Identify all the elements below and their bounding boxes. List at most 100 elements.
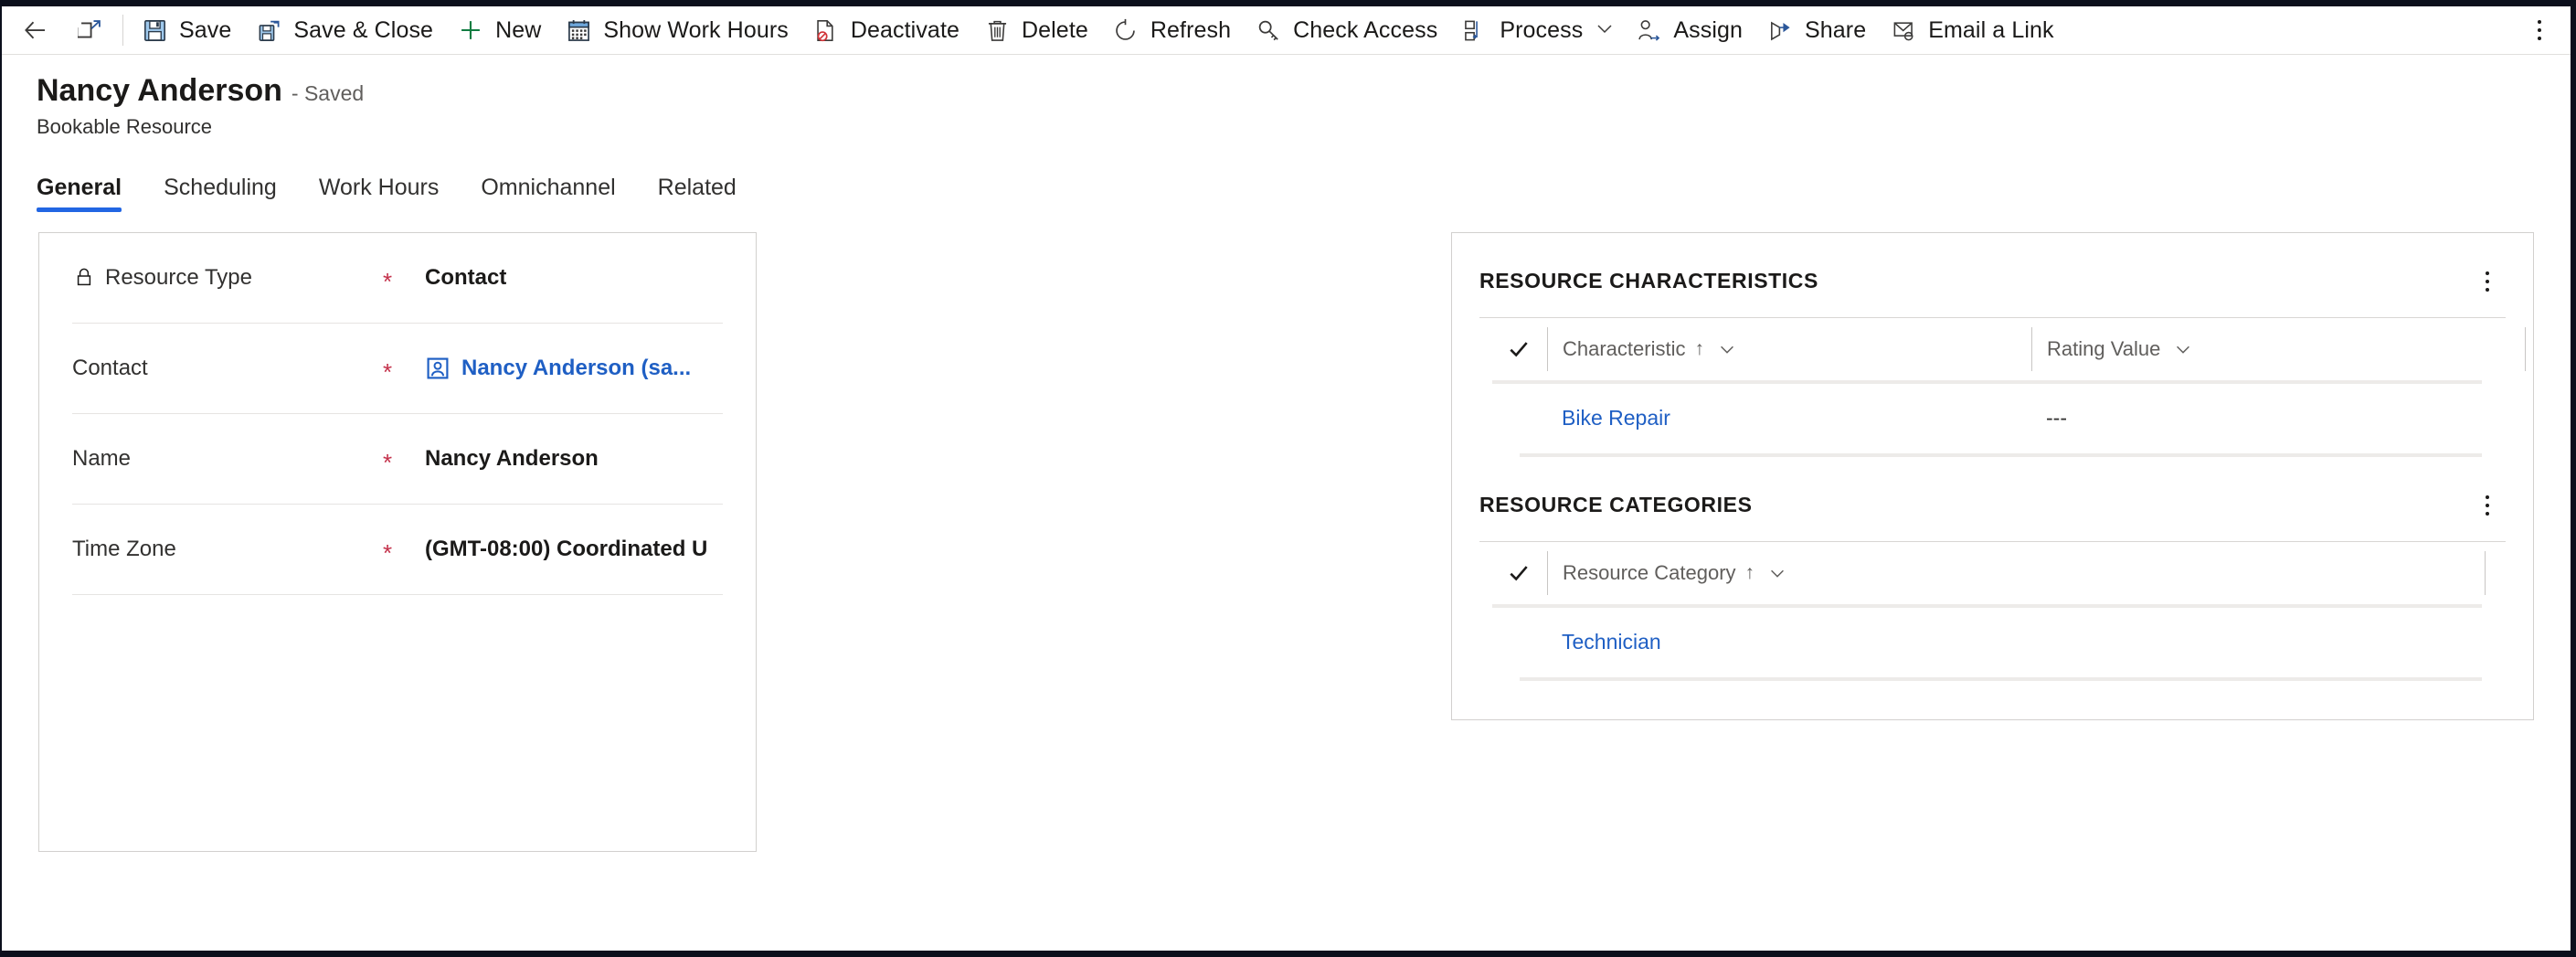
tab-work-hours[interactable]: Work Hours bbox=[319, 175, 440, 212]
column-header-characteristic[interactable]: Characteristic ↑ bbox=[1547, 326, 2031, 371]
back-button[interactable] bbox=[7, 6, 64, 54]
column-header-resource-category[interactable]: Resource Category ↑ bbox=[1547, 550, 2031, 595]
show-work-hours-button[interactable]: Show Work Hours bbox=[553, 6, 800, 54]
save-icon bbox=[141, 16, 168, 44]
tab-scheduling[interactable]: Scheduling bbox=[164, 175, 277, 212]
process-button[interactable]: Process bbox=[1449, 6, 1586, 54]
column-header-end-divider bbox=[2525, 326, 2526, 371]
process-icon bbox=[1461, 16, 1489, 44]
popout-icon bbox=[77, 16, 104, 44]
sort-ascending-icon: ↑ bbox=[1744, 561, 1755, 583]
resource-categories-column-headers: Resource Category ↑ bbox=[1479, 542, 2506, 604]
subgrids-section: RESOURCE CHARACTERISTICS Characteristic … bbox=[1451, 231, 2534, 720]
save-and-close-button-label: Save & Close bbox=[293, 16, 434, 43]
new-button[interactable]: New bbox=[445, 6, 553, 54]
contact-label: Contact bbox=[72, 355, 148, 380]
time-zone-label-wrap: Time Zone bbox=[72, 537, 383, 562]
key-icon bbox=[1255, 16, 1282, 44]
process-button-label: Process bbox=[1500, 16, 1584, 43]
command-bar-divider bbox=[122, 15, 123, 46]
command-bar: Save Save & Close New Show Work Hours De… bbox=[2, 6, 2571, 55]
contact-required-marker: * bbox=[383, 357, 393, 386]
check-access-button[interactable]: Check Access bbox=[1243, 6, 1449, 54]
sort-ascending-icon: ↑ bbox=[1694, 337, 1704, 359]
share-button[interactable]: Share bbox=[1754, 6, 1878, 54]
page-title: Nancy Anderson - Saved bbox=[37, 73, 2571, 108]
open-in-new-window-button[interactable] bbox=[64, 6, 117, 54]
chevron-down-icon[interactable] bbox=[1767, 563, 1787, 583]
chevron-down-icon[interactable] bbox=[2173, 339, 2193, 359]
more-vertical-icon bbox=[2538, 20, 2541, 40]
contact-lookup-icon bbox=[425, 356, 451, 381]
chevron-down-icon[interactable] bbox=[1717, 339, 1737, 359]
tab-work-hours-label: Work Hours bbox=[318, 174, 440, 200]
save-status: - Saved bbox=[291, 81, 365, 105]
contact-label-wrap: Contact bbox=[72, 356, 383, 381]
select-all-checkbox[interactable] bbox=[1507, 337, 1547, 361]
contact-value[interactable]: Nancy Anderson (sa... bbox=[425, 356, 691, 381]
calendar-icon bbox=[565, 16, 592, 44]
name-label: Name bbox=[72, 445, 132, 471]
save-button[interactable]: Save bbox=[129, 6, 243, 54]
time-zone-value[interactable]: (GMT-08:00) Coordinated U bbox=[425, 537, 707, 562]
email-a-link-button-label: Email a Link bbox=[1928, 16, 2054, 43]
refresh-icon bbox=[1112, 16, 1140, 44]
command-bar-overflow-button[interactable] bbox=[2516, 6, 2563, 54]
process-dropdown-button[interactable] bbox=[1586, 6, 1623, 54]
subgrid-resource-characteristics: RESOURCE CHARACTERISTICS Characteristic … bbox=[1452, 233, 2533, 457]
tab-related-label: Related bbox=[657, 174, 737, 200]
resource-categories-more-button[interactable] bbox=[2469, 487, 2506, 524]
plus-icon bbox=[457, 16, 484, 44]
select-all-checkbox[interactable] bbox=[1507, 561, 1547, 585]
save-and-close-icon bbox=[255, 16, 282, 44]
name-value[interactable]: Nancy Anderson bbox=[425, 446, 599, 472]
tab-scheduling-label: Scheduling bbox=[164, 174, 277, 200]
save-button-label: Save bbox=[179, 16, 232, 43]
form-body: Resource Type * Contact Contact * Nancy … bbox=[2, 212, 2571, 852]
resource-characteristics-column-headers: Characteristic ↑ Rating Value bbox=[1479, 318, 2526, 380]
resource-categories-title: RESOURCE CATEGORIES bbox=[1479, 493, 1753, 517]
table-row[interactable]: Technician bbox=[1479, 608, 2506, 677]
time-zone-label: Time Zone bbox=[72, 536, 176, 561]
column-header-rating-value[interactable]: Rating Value bbox=[2031, 326, 2525, 371]
column-header-end-divider bbox=[2485, 550, 2486, 595]
refresh-button[interactable]: Refresh bbox=[1100, 6, 1243, 54]
name-label-wrap: Name bbox=[72, 446, 383, 472]
share-icon bbox=[1766, 16, 1794, 44]
chevron-down-icon bbox=[1594, 17, 1616, 44]
refresh-button-label: Refresh bbox=[1150, 16, 1232, 43]
tab-related[interactable]: Related bbox=[658, 175, 737, 212]
time-zone-required-marker: * bbox=[383, 538, 393, 567]
more-vertical-icon bbox=[2486, 271, 2489, 292]
back-arrow-icon bbox=[22, 16, 49, 44]
form-tab-strip: General Scheduling Work Hours Omnichanne… bbox=[2, 165, 2571, 212]
characteristic-link[interactable]: Bike Repair bbox=[1562, 406, 1670, 430]
cell-characteristic: Bike Repair bbox=[1547, 406, 2031, 431]
check-access-button-label: Check Access bbox=[1293, 16, 1438, 43]
record-name: Nancy Anderson bbox=[37, 73, 282, 108]
resource-type-required-marker: * bbox=[383, 267, 393, 295]
resource-type-label-wrap: Resource Type bbox=[72, 265, 383, 291]
assign-button[interactable]: Assign bbox=[1623, 6, 1754, 54]
trash-icon bbox=[983, 16, 1011, 44]
delete-button[interactable]: Delete bbox=[971, 6, 1100, 54]
deactivate-button[interactable]: Deactivate bbox=[800, 6, 971, 54]
resource-categories-row-rule bbox=[1520, 676, 2482, 681]
save-and-close-button[interactable]: Save & Close bbox=[243, 6, 445, 54]
column-header-characteristic-label: Characteristic bbox=[1563, 336, 1686, 360]
lock-icon bbox=[72, 266, 96, 290]
table-row[interactable]: Bike Repair --- bbox=[1479, 384, 2506, 453]
assign-person-icon bbox=[1635, 16, 1662, 44]
resource-characteristics-header: RESOURCE CHARACTERISTICS bbox=[1479, 233, 2506, 317]
resource-category-link[interactable]: Technician bbox=[1562, 630, 1661, 654]
contact-value-text: Nancy Anderson (sa... bbox=[461, 355, 692, 380]
field-row-time-zone: Time Zone * (GMT-08:00) Coordinated U bbox=[72, 505, 723, 595]
resource-categories-header: RESOURCE CATEGORIES bbox=[1479, 457, 2506, 541]
resource-type-value[interactable]: Contact bbox=[425, 265, 506, 291]
resource-type-label: Resource Type bbox=[105, 264, 252, 290]
more-vertical-icon bbox=[2486, 494, 2489, 516]
tab-omnichannel[interactable]: Omnichannel bbox=[481, 175, 615, 212]
resource-characteristics-more-button[interactable] bbox=[2469, 263, 2506, 300]
tab-general[interactable]: General bbox=[37, 175, 122, 212]
email-a-link-button[interactable]: Email a Link bbox=[1878, 6, 2065, 54]
